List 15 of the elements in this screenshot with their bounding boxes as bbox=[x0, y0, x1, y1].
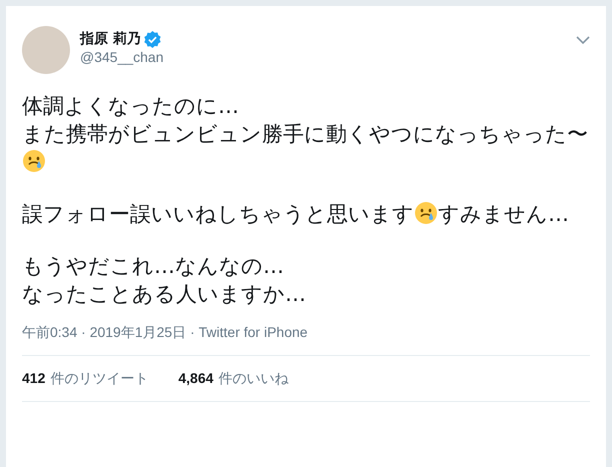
avatar[interactable] bbox=[22, 26, 70, 74]
author-name[interactable]: 指原 莉乃 bbox=[80, 30, 141, 48]
tweet-text: もうやだこれ…なんなの… なったことある人いますか… bbox=[22, 254, 306, 306]
tweet-text: 体調よくなったのに… また携帯がビュンビュン勝手に動くやつになっちゃった〜 bbox=[22, 94, 588, 146]
tweet-text: すみません… bbox=[438, 202, 569, 226]
stat-count[interactable]: 412 bbox=[22, 370, 46, 388]
crying-face-icon bbox=[22, 149, 46, 173]
author-handle[interactable]: @345__chan bbox=[80, 49, 164, 65]
chevron-down-icon[interactable] bbox=[576, 36, 590, 44]
tweet-timestamp[interactable]: 午前0:34 · 2019年1月25日 · Twitter for iPhone bbox=[22, 324, 590, 355]
tweet-text: 誤フォロー誤いいねしちゃうと思います bbox=[22, 202, 414, 226]
stat-label[interactable]: 件のリツイート bbox=[50, 370, 148, 388]
stat-label[interactable]: 件のいいね bbox=[218, 370, 288, 388]
stat-count[interactable]: 4,864 bbox=[178, 370, 214, 388]
crying-face-icon bbox=[414, 201, 438, 225]
